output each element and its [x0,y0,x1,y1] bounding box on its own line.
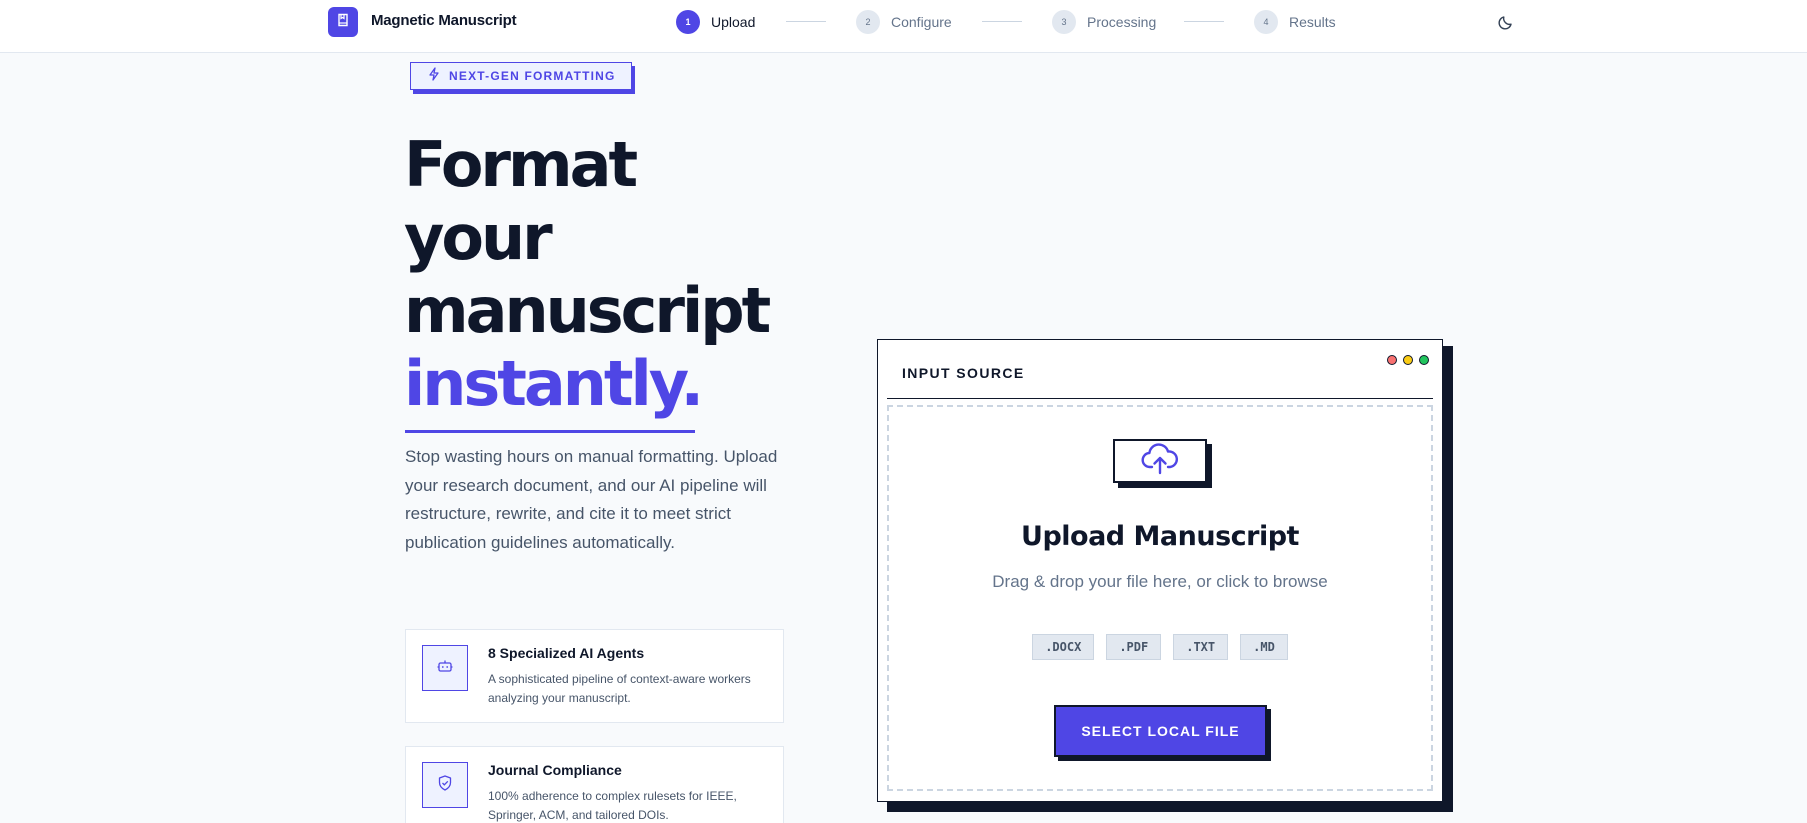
step-processing[interactable]: 3 Processing [1052,10,1156,34]
step-configure[interactable]: 2 Configure [856,10,952,34]
step-label: Processing [1087,14,1157,30]
format-chip: .DOCX [1032,634,1095,660]
upload-title: Upload Manuscript [1021,521,1299,552]
app-title: Magnetic Manuscript [371,12,517,29]
hero-heading: Format your manuscript instantly. [404,128,771,420]
feature-card: Journal Compliance 100% adherence to com… [405,746,784,823]
logo[interactable] [328,7,358,37]
step-connector [982,21,1022,22]
hero-line: your [404,201,553,274]
feature-icon-box [422,762,468,808]
step-results[interactable]: 4 Results [1254,10,1336,34]
step-label: Configure [891,14,952,30]
step-label: Upload [711,14,756,30]
lightning-icon [427,66,441,86]
hero-underline [405,430,695,433]
feature-title: 8 Specialized AI Agents [488,645,645,661]
format-chip: .TXT [1173,634,1229,660]
cloud-upload-icon [1141,442,1179,480]
book-icon [336,13,350,32]
upload-panel: INPUT SOURCE Upload Manuscript Drag & dr… [877,339,1443,802]
panel-title: INPUT SOURCE [902,365,1025,381]
step-number: 2 [856,10,880,34]
next-gen-badge: NEXT-GEN FORMATTING [410,62,632,90]
window-controls [1387,355,1435,365]
step-label: Results [1289,14,1336,30]
step-connector [1184,21,1224,22]
hero-accent: instantly. [404,347,704,420]
hero-line: manuscript [404,274,771,347]
step-connector [786,21,826,22]
format-list: .DOCX .PDF .TXT .MD [889,634,1431,660]
format-chip: .PDF [1106,634,1162,660]
step-number: 1 [676,10,700,34]
feature-icon-box [422,645,468,691]
panel-divider [887,398,1433,399]
moon-icon [1497,16,1515,35]
feature-description: 100% adherence to complex rulesets for I… [488,789,737,822]
bot-icon [436,657,454,680]
hero-description: Stop wasting hours on manual formatting.… [405,447,778,552]
theme-toggle-button[interactable] [1497,13,1515,31]
hero-line: Format [404,128,638,201]
step-number: 4 [1254,10,1278,34]
top-bar: Magnetic Manuscript 1 Upload 2 Configure… [0,0,1807,53]
window-dot-red [1387,355,1397,365]
step-upload[interactable]: 1 Upload [676,10,755,34]
step-number: 3 [1052,10,1076,34]
select-file-button[interactable]: SELECT LOCAL FILE [1054,705,1267,757]
badge-label: NEXT-GEN FORMATTING [449,69,616,83]
feature-card: 8 Specialized AI Agents A sophisticated … [405,629,784,723]
window-dot-yellow [1403,355,1413,365]
feature-description: A sophisticated pipeline of context-awar… [488,672,751,705]
upload-icon-box [1113,439,1207,483]
upload-subtitle: Drag & drop your file here, or click to … [992,572,1328,591]
feature-title: Journal Compliance [488,762,622,778]
format-chip: .MD [1240,634,1288,660]
file-dropzone[interactable]: Upload Manuscript Drag & drop your file … [887,405,1433,791]
window-dot-green [1419,355,1429,365]
shield-check-icon [436,774,454,797]
